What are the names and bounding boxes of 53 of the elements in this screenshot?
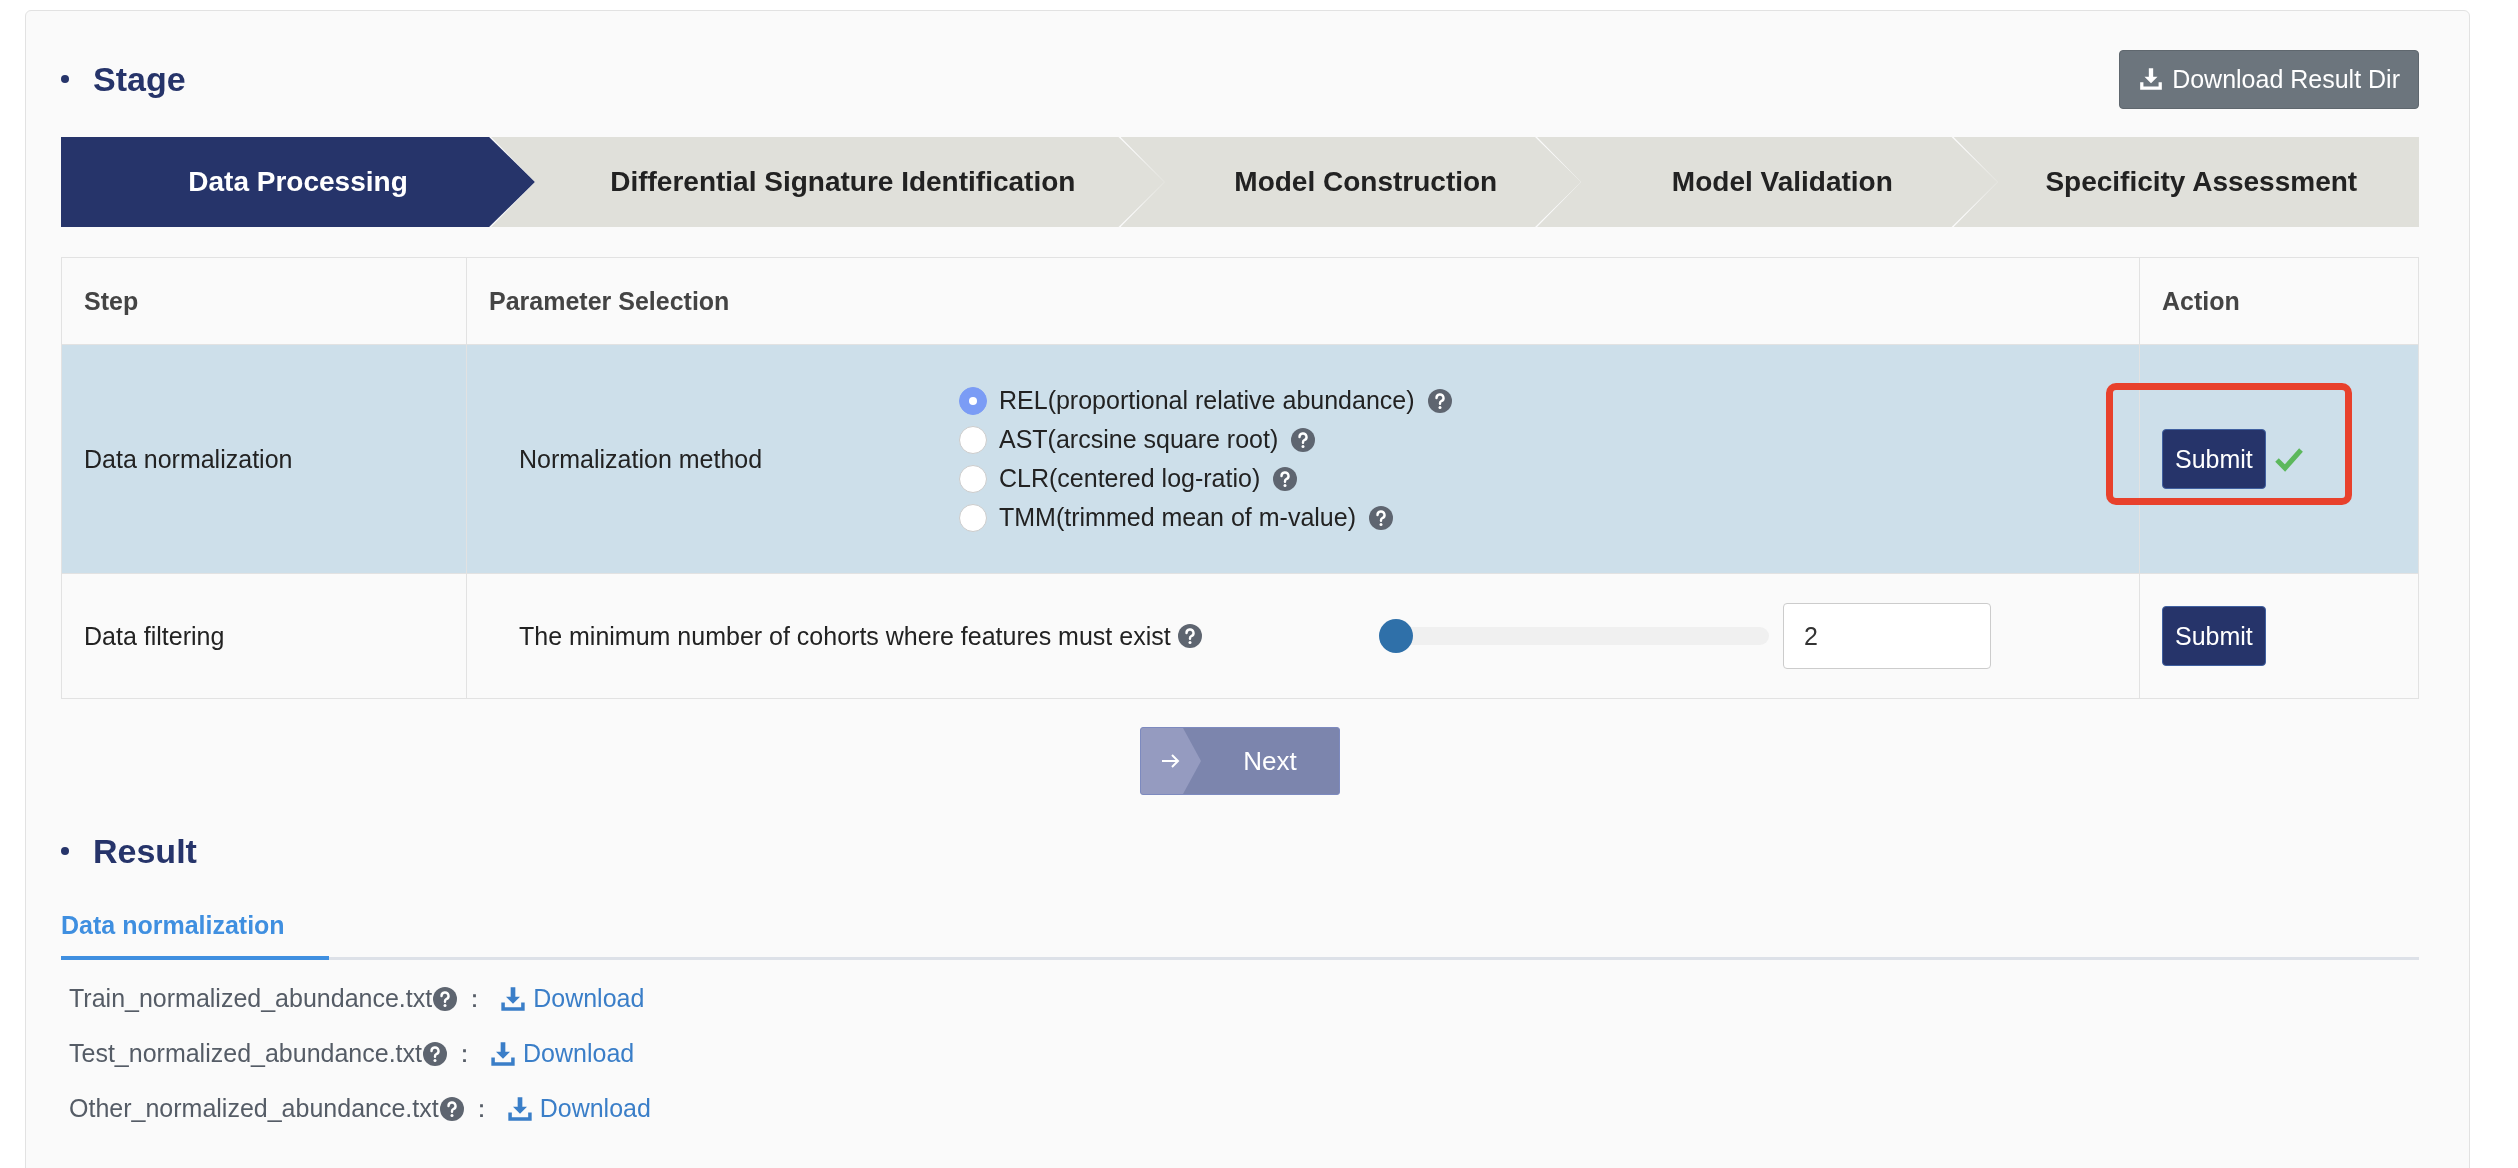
- bullet: [61, 75, 69, 83]
- stage-step[interactable]: Model Construction: [1120, 137, 1582, 227]
- column-header: Step: [61, 257, 467, 345]
- download-icon: [2138, 66, 2165, 92]
- file-name: Train_normalized_abundance.txt: [69, 984, 433, 1013]
- file-name: Other_normalized_abundance.txt: [69, 1094, 439, 1123]
- download-link[interactable]: Download: [505, 1094, 651, 1123]
- radio-button[interactable]: [959, 503, 987, 532]
- download-link[interactable]: Download: [499, 984, 645, 1013]
- option-label[interactable]: CLR(centered log-ratio): [999, 464, 1261, 493]
- download-icon: [505, 1094, 534, 1123]
- stage-step[interactable]: Differential Signature Identification: [491, 137, 1165, 227]
- help-icon[interactable]: [1176, 623, 1203, 649]
- download-icon: [489, 1039, 517, 1068]
- option-label[interactable]: AST(arcsine square root): [999, 425, 1279, 454]
- help-icon[interactable]: [432, 985, 459, 1012]
- parameter-label: Normalization method: [519, 444, 764, 474]
- radio-button[interactable]: [959, 425, 987, 454]
- separator: ：: [462, 983, 488, 1014]
- help-icon[interactable]: [1272, 465, 1299, 492]
- next-button[interactable]: Next: [1140, 727, 1340, 795]
- bullet: [61, 847, 69, 855]
- section-title: Result: [93, 831, 197, 871]
- column-header: Parameter Selection: [466, 257, 2140, 345]
- separator: ：: [468, 1093, 494, 1124]
- file-name: Test_normalized_abundance.txt: [69, 1039, 422, 1068]
- table-cell: Data normalization: [61, 344, 467, 574]
- slider[interactable]: [1379, 618, 1769, 654]
- option-label[interactable]: TMM(trimmed mean of m-value): [999, 503, 1356, 532]
- submit-button[interactable]: Submit: [2162, 606, 2266, 666]
- help-icon[interactable]: [422, 1040, 448, 1067]
- download-icon: [499, 984, 528, 1013]
- stage-step[interactable]: Specificity Assessment: [1953, 137, 2419, 227]
- number-field[interactable]: 2: [1783, 603, 1991, 669]
- slider-thumb[interactable]: [1379, 619, 1413, 653]
- table-cell: Data filtering: [61, 573, 467, 699]
- stage-step[interactable]: Model Validation: [1537, 137, 1998, 227]
- section-title: Stage: [93, 59, 186, 99]
- option-label[interactable]: REL(proportional relative abundance): [999, 386, 1415, 415]
- download-link[interactable]: Download: [489, 1039, 635, 1068]
- stage-step[interactable]: Data Processing: [61, 137, 536, 227]
- arrow-icon: [1160, 752, 1182, 770]
- help-icon[interactable]: [1426, 387, 1453, 414]
- download-result-button[interactable]: Download Result Dir: [2119, 49, 2419, 109]
- radio-button[interactable]: [959, 464, 987, 493]
- radio-button[interactable]: [959, 386, 987, 415]
- submit-button[interactable]: Submit: [2162, 429, 2266, 489]
- help-icon[interactable]: [438, 1095, 465, 1122]
- column-header: Action: [2139, 257, 2419, 345]
- help-icon[interactable]: [1368, 504, 1394, 531]
- separator: ：: [452, 1038, 477, 1069]
- parameter-label: The minimum number of cohorts where features must exist: [519, 621, 1171, 651]
- help-icon[interactable]: [1290, 426, 1317, 453]
